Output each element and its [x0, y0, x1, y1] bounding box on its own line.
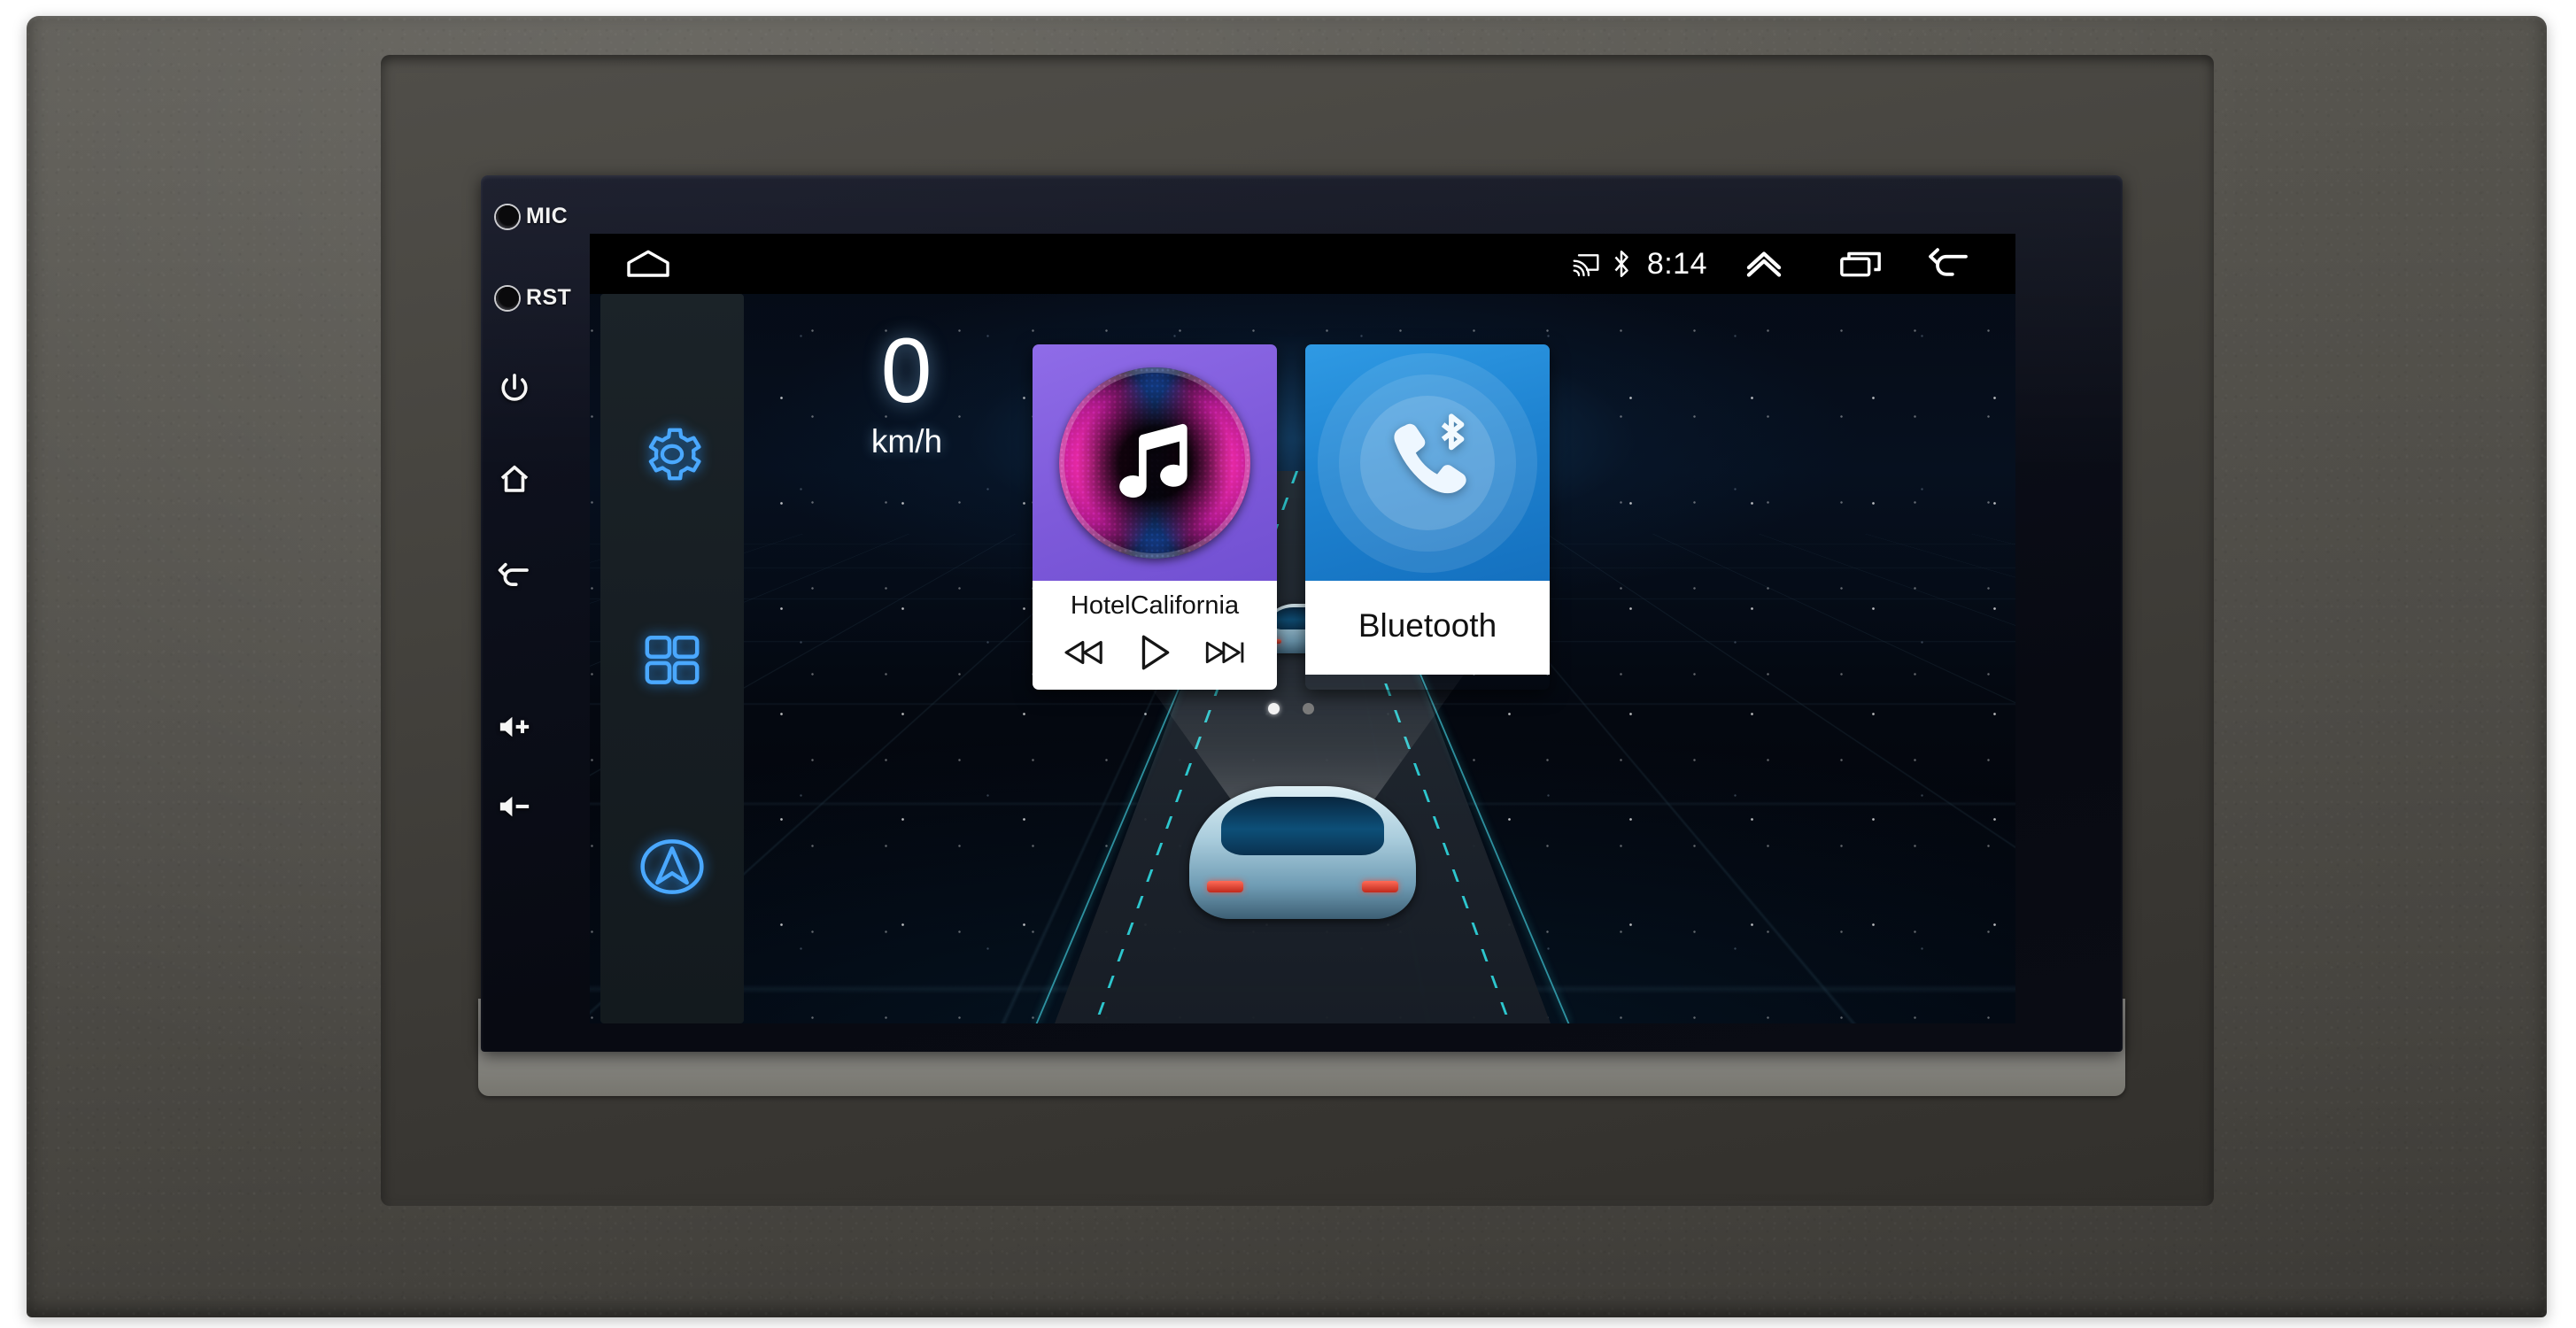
track-title: HotelCalifornia	[1070, 591, 1240, 620]
status-bar: 8:14	[590, 234, 2015, 294]
speed-value: 0	[880, 320, 933, 422]
bluetooth-status[interactable]	[1605, 234, 1638, 294]
phone-bluetooth-icon	[1394, 413, 1466, 493]
mic-hole: MIC	[496, 204, 611, 229]
car-foreground	[1189, 786, 1416, 919]
bluetooth-label: Bluetooth	[1358, 607, 1497, 644]
page-dot-1[interactable]	[1268, 703, 1280, 714]
bluetooth-widget-footer: Bluetooth	[1305, 581, 1550, 675]
home-pentagon-icon	[627, 250, 669, 277]
sidebar-dock	[600, 294, 744, 1023]
transport-controls	[1033, 626, 1277, 690]
screenshot-stage: MIC RST 0 km/h 8:14 HotelCalifornia Blue…	[0, 0, 2576, 1328]
speaker-plus-icon	[499, 716, 530, 737]
apps-grid-icon	[645, 635, 700, 684]
gear-icon	[648, 428, 701, 481]
chevron-double-up-icon	[1746, 251, 1782, 277]
status-clock: 8:14	[1646, 246, 1707, 281]
back-arrow-icon	[498, 562, 529, 586]
page-indicator	[1033, 703, 1550, 714]
music-widget-footer: HotelCalifornia	[1033, 581, 1277, 690]
recents-icon	[1840, 251, 1881, 277]
page-dot-2[interactable]	[1303, 703, 1314, 714]
widget-row: HotelCalifornia Bluetooth	[1033, 344, 1550, 690]
bluetooth-art[interactable]	[1305, 344, 1550, 581]
sidebar-item-navigation[interactable]	[633, 828, 711, 906]
sidebar-item-apps[interactable]	[633, 622, 711, 699]
previous-track-button[interactable]	[1056, 629, 1111, 676]
status-bar-right: 8:14	[1567, 234, 1996, 294]
bluetooth-widget[interactable]: Bluetooth	[1305, 344, 1550, 690]
reset-icon	[496, 286, 519, 310]
reset-label: RST	[526, 285, 572, 310]
music-note-icon	[1119, 423, 1187, 498]
expand-quick-settings[interactable]	[1716, 234, 1812, 294]
play-icon	[1141, 635, 1170, 670]
sidebar-item-settings[interactable]	[633, 415, 711, 493]
mic-icon	[496, 205, 519, 228]
album-art[interactable]	[1033, 344, 1277, 581]
rewind-icon	[1064, 640, 1102, 665]
speedometer: 0 km/h	[801, 320, 1013, 460]
cast-status[interactable]	[1567, 234, 1605, 294]
power-icon	[501, 374, 528, 401]
status-home-button[interactable]	[622, 246, 675, 282]
next-track-button[interactable]	[1198, 629, 1253, 676]
cast-icon	[1573, 254, 1599, 277]
home-icon	[500, 465, 529, 492]
speed-unit: km/h	[870, 422, 943, 459]
album-disc	[1059, 367, 1250, 559]
mic-label: MIC	[526, 204, 569, 228]
navigation-arrow-icon	[640, 839, 704, 895]
touchscreen-display[interactable]: 0 km/h 8:14 HotelCalifornia Bluetooth	[590, 234, 2015, 1023]
bluetooth-icon	[1614, 251, 1628, 277]
play-button[interactable]	[1127, 629, 1182, 676]
fast-forward-icon	[1205, 641, 1244, 664]
speaker-minus-icon	[499, 796, 530, 817]
status-back-button[interactable]	[1909, 234, 1996, 294]
music-widget[interactable]: HotelCalifornia	[1033, 344, 1277, 690]
recents-button[interactable]	[1812, 234, 1909, 294]
back-arrow-icon	[1929, 248, 1968, 276]
